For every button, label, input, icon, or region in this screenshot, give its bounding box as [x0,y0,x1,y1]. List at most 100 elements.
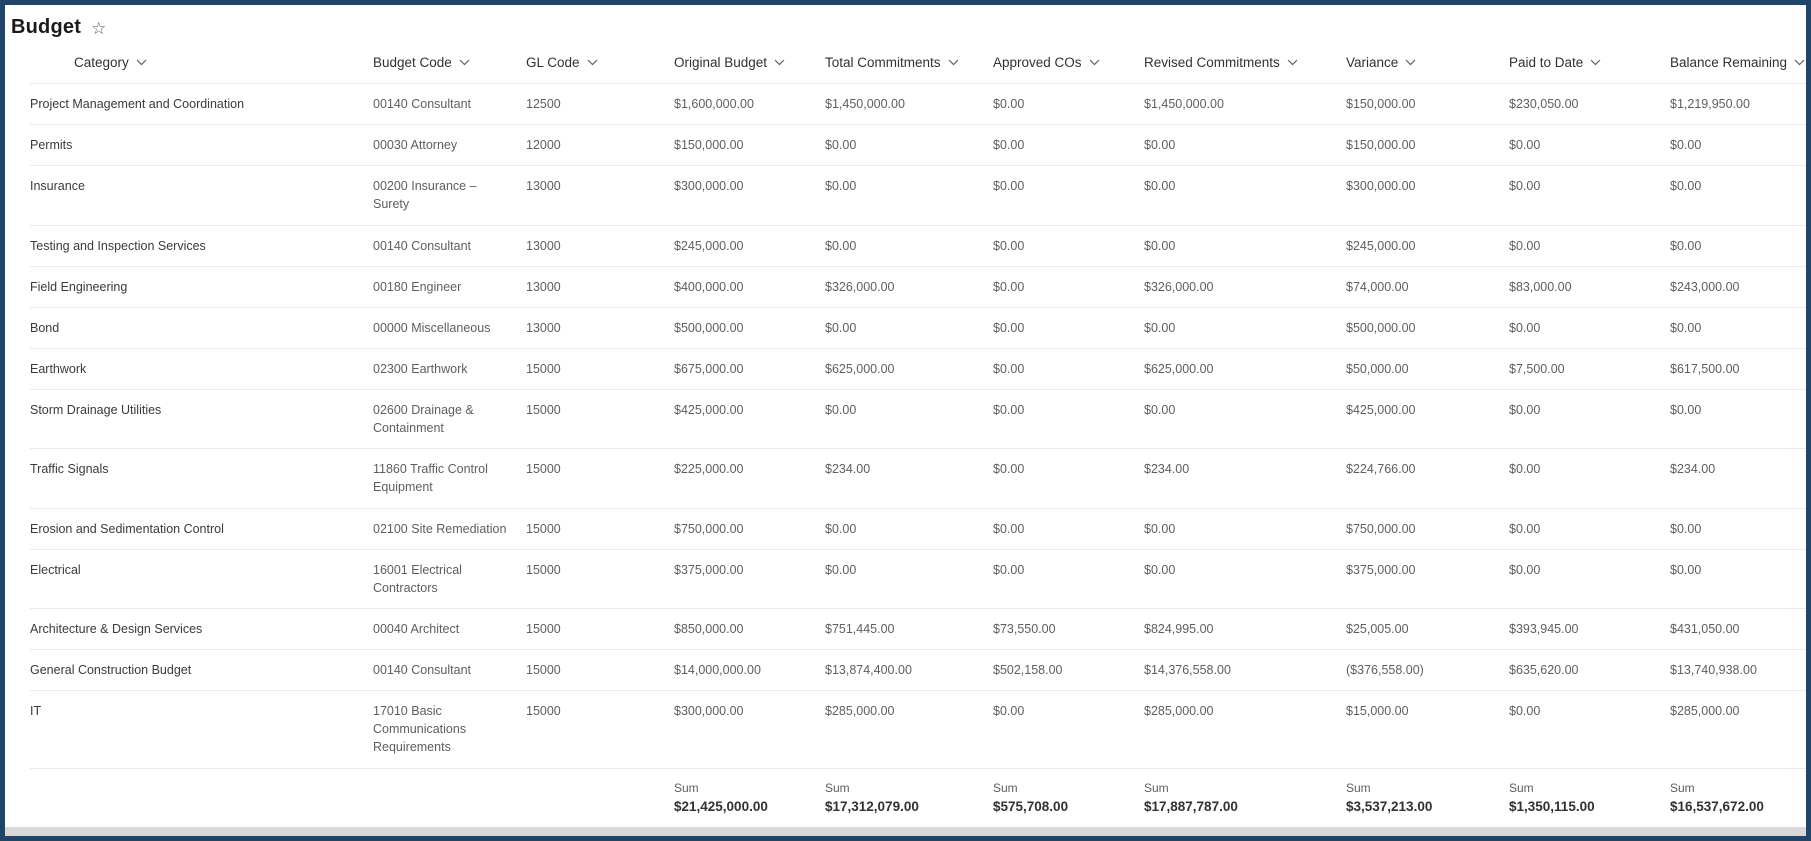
cell-budget-code: 02300 Earthwork [373,348,526,389]
column-header-budget-code[interactable]: Budget Code [373,39,526,84]
cell-approved-cos: $0.00 [993,691,1144,768]
cell-original-budget: $300,000.00 [674,166,825,225]
table-row[interactable]: Testing and Inspection Services 00140 Co… [30,225,1806,266]
summary-approved-cos: Sum $575,708.00 [993,768,1144,824]
cell-variance: $150,000.00 [1346,84,1509,125]
title-bar: Budget ☆ [5,5,1806,39]
cell-original-budget: $400,000.00 [674,266,825,307]
table-row[interactable]: Insurance 00200 Insurance – Surety 13000… [30,166,1806,225]
cell-approved-cos: $0.00 [993,266,1144,307]
cell-category: Storm Drainage Utilities [30,390,373,449]
cell-revised-commitments: $326,000.00 [1144,266,1346,307]
cell-gl-code: 15000 [526,608,674,649]
column-header-total-commitments[interactable]: Total Commitments [825,39,993,84]
table-row[interactable]: Bond 00000 Miscellaneous 13000 $500,000.… [30,307,1806,348]
sum-value: $17,312,079.00 [825,799,979,814]
cell-total-commitments: $13,874,400.00 [825,650,993,691]
cell-balance-remaining: $1,219,950.00 [1670,84,1806,125]
sum-value: $1,350,115.00 [1509,799,1656,814]
cell-total-commitments: $0.00 [825,166,993,225]
cell-balance-remaining: $0.00 [1670,549,1806,608]
cell-category: Field Engineering [30,266,373,307]
cell-variance: $25,005.00 [1346,608,1509,649]
favorite-star-icon[interactable]: ☆ [91,18,106,37]
cell-balance-remaining: $234.00 [1670,449,1806,508]
cell-revised-commitments: $0.00 [1144,508,1346,549]
cell-total-commitments: $751,445.00 [825,608,993,649]
sum-value: $16,537,672.00 [1670,799,1792,814]
table-row[interactable]: Earthwork 02300 Earthwork 15000 $675,000… [30,348,1806,389]
sum-value: $21,425,000.00 [674,799,811,814]
cell-gl-code: 13000 [526,266,674,307]
cell-variance: $150,000.00 [1346,125,1509,166]
summary-revised-commitments: Sum $17,887,787.00 [1144,768,1346,824]
cell-total-commitments: $0.00 [825,549,993,608]
column-header-original-budget[interactable]: Original Budget [674,39,825,84]
cell-approved-cos: $0.00 [993,225,1144,266]
cell-gl-code: 15000 [526,691,674,768]
cell-approved-cos: $0.00 [993,348,1144,389]
column-header-label: Variance [1346,55,1398,70]
sum-label: Sum [1144,781,1332,795]
summary-empty-cell [373,768,526,824]
cell-category: Testing and Inspection Services [30,225,373,266]
cell-category: Project Management and Coordination [30,84,373,125]
table-row[interactable]: Electrical 16001 Electrical Contractors … [30,549,1806,608]
cell-revised-commitments: $1,450,000.00 [1144,84,1346,125]
cell-total-commitments: $285,000.00 [825,691,993,768]
chevron-down-icon [948,59,959,66]
column-header-revised-commitments[interactable]: Revised Commitments [1144,39,1346,84]
summary-balance-remaining: Sum $16,537,672.00 [1670,768,1806,824]
cell-original-budget: $375,000.00 [674,549,825,608]
cell-balance-remaining: $0.00 [1670,225,1806,266]
horizontal-scrollbar[interactable] [5,827,1806,836]
cell-variance: $750,000.00 [1346,508,1509,549]
table-row[interactable]: IT 17010 Basic Communications Requiremen… [30,691,1806,768]
table-row[interactable]: Erosion and Sedimentation Control 02100 … [30,508,1806,549]
table-row[interactable]: Project Management and Coordination 0014… [30,84,1806,125]
table-row[interactable]: Permits 00030 Attorney 12000 $150,000.00… [30,125,1806,166]
cell-variance: $224,766.00 [1346,449,1509,508]
column-header-balance-remaining[interactable]: Balance Remaining [1670,39,1806,84]
cell-total-commitments: $234.00 [825,449,993,508]
table-row[interactable]: Traffic Signals 11860 Traffic Control Eq… [30,449,1806,508]
cell-budget-code: 00030 Attorney [373,125,526,166]
cell-variance: $245,000.00 [1346,225,1509,266]
cell-total-commitments: $625,000.00 [825,348,993,389]
cell-balance-remaining: $0.00 [1670,390,1806,449]
table-row[interactable]: Storm Drainage Utilities 02600 Drainage … [30,390,1806,449]
cell-budget-code: 17010 Basic Communications Requirements [373,691,526,768]
cell-budget-code: 00140 Consultant [373,650,526,691]
cell-original-budget: $245,000.00 [674,225,825,266]
cell-gl-code: 15000 [526,508,674,549]
column-header-variance[interactable]: Variance [1346,39,1509,84]
cell-gl-code: 15000 [526,650,674,691]
cell-variance: $375,000.00 [1346,549,1509,608]
cell-category: Electrical [30,549,373,608]
cell-gl-code: 13000 [526,225,674,266]
cell-budget-code: 00000 Miscellaneous [373,307,526,348]
cell-gl-code: 15000 [526,449,674,508]
cell-category: IT [30,691,373,768]
cell-original-budget: $425,000.00 [674,390,825,449]
column-header-paid-to-date[interactable]: Paid to Date [1509,39,1670,84]
table-row[interactable]: Architecture & Design Services 00040 Arc… [30,608,1806,649]
sum-label: Sum [1346,781,1495,795]
cell-total-commitments: $0.00 [825,390,993,449]
column-header-category[interactable]: Category [30,39,373,84]
cell-category: Traffic Signals [30,449,373,508]
page-title: Budget [11,16,81,39]
cell-budget-code: 02100 Site Remediation [373,508,526,549]
cell-total-commitments: $326,000.00 [825,266,993,307]
sum-value: $3,537,213.00 [1346,799,1495,814]
cell-total-commitments: $1,450,000.00 [825,84,993,125]
cell-original-budget: $225,000.00 [674,449,825,508]
cell-approved-cos: $0.00 [993,307,1144,348]
cell-revised-commitments: $0.00 [1144,549,1346,608]
column-header-approved-cos[interactable]: Approved COs [993,39,1144,84]
cell-category: Architecture & Design Services [30,608,373,649]
table-row[interactable]: Field Engineering 00180 Engineer 13000 $… [30,266,1806,307]
cell-balance-remaining: $431,050.00 [1670,608,1806,649]
column-header-gl-code[interactable]: GL Code [526,39,674,84]
table-row[interactable]: General Construction Budget 00140 Consul… [30,650,1806,691]
